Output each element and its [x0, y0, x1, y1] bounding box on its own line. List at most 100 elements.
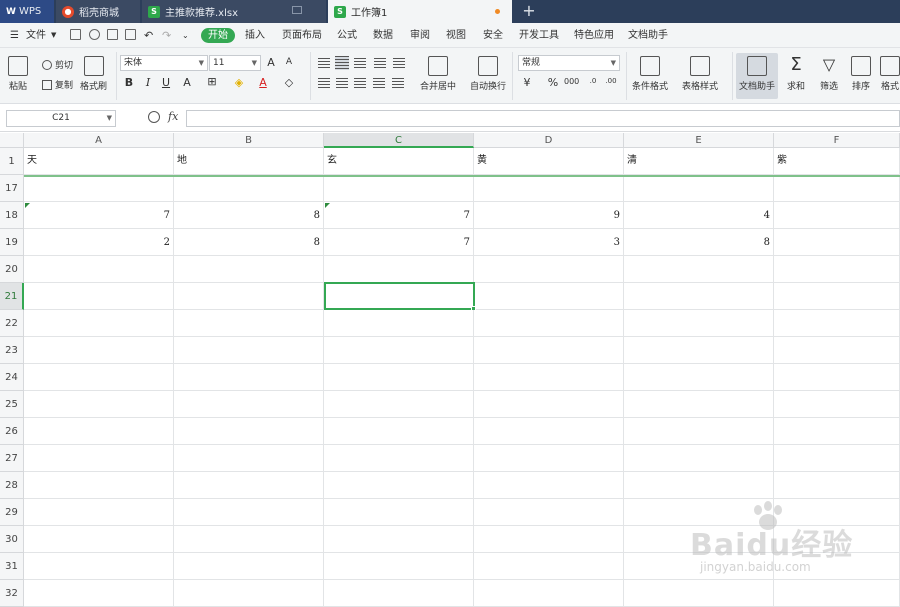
justify-icon[interactable] — [373, 78, 385, 88]
font-name-combo[interactable]: 宋体 ▼ — [120, 55, 208, 71]
cell-d26[interactable] — [474, 418, 624, 445]
cell-b30[interactable] — [174, 526, 324, 553]
align-top-icon[interactable] — [318, 58, 330, 68]
distributed-icon[interactable] — [392, 78, 404, 88]
align-bottom-icon[interactable] — [354, 58, 366, 68]
cell-a25[interactable] — [24, 391, 174, 418]
column-header-d[interactable]: D — [474, 133, 624, 148]
column-header-a[interactable]: A — [24, 133, 174, 148]
cell-f17[interactable] — [774, 175, 900, 202]
cell-b19[interactable]: 8 — [174, 229, 324, 256]
cell-e1[interactable]: 清 — [624, 148, 774, 175]
cell-a24[interactable] — [24, 364, 174, 391]
row-header-19[interactable]: 19 — [0, 229, 24, 256]
wrap-text-button[interactable]: 自动换行 — [470, 56, 506, 92]
cell-b25[interactable] — [174, 391, 324, 418]
cell-a28[interactable] — [24, 472, 174, 499]
row-header-23[interactable]: 23 — [0, 337, 24, 364]
menu-file-chevron-icon[interactable]: ▼ — [51, 28, 56, 43]
cell-d29[interactable] — [474, 499, 624, 526]
cell-a1[interactable]: 天 — [24, 148, 174, 175]
row-header-27[interactable]: 27 — [0, 445, 24, 472]
cell-b20[interactable] — [174, 256, 324, 283]
cell-c32[interactable] — [324, 580, 474, 607]
row-header-21[interactable]: 21 — [0, 283, 24, 310]
cell-f23[interactable] — [774, 337, 900, 364]
cell-e24[interactable] — [624, 364, 774, 391]
new-tab-plus-icon[interactable]: + — [518, 0, 540, 23]
row-header-1[interactable]: 1 — [0, 148, 24, 175]
cell-d23[interactable] — [474, 337, 624, 364]
fill-color-icon[interactable]: ◈ — [232, 76, 246, 89]
cell-e27[interactable] — [624, 445, 774, 472]
print-icon[interactable] — [107, 29, 118, 40]
cell-b27[interactable] — [174, 445, 324, 472]
monitor-icon[interactable] — [292, 6, 302, 14]
undo-history-icon[interactable] — [89, 29, 100, 40]
cell-f24[interactable] — [774, 364, 900, 391]
cell-a19[interactable]: 2 — [24, 229, 174, 256]
cell-c17[interactable] — [324, 175, 474, 202]
formula-input[interactable] — [186, 110, 900, 127]
cell-e18[interactable]: 4 — [624, 202, 774, 229]
format-button[interactable]: 格式 — [880, 56, 900, 92]
cell-c20[interactable] — [324, 256, 474, 283]
undo-icon[interactable]: ↶ — [144, 28, 153, 43]
hamburger-icon[interactable]: ☰ — [10, 28, 19, 43]
menu-data[interactable]: 数据 — [373, 28, 393, 43]
column-header-e[interactable]: E — [624, 133, 774, 148]
clear-format-icon[interactable]: ◇ — [282, 76, 296, 89]
cell-d17[interactable] — [474, 175, 624, 202]
cell-f20[interactable] — [774, 256, 900, 283]
cell-e19[interactable]: 8 — [624, 229, 774, 256]
menu-insert[interactable]: 插入 — [245, 28, 265, 43]
underline-button[interactable]: U — [159, 76, 173, 89]
cell-e17[interactable] — [624, 175, 774, 202]
cell-d32[interactable] — [474, 580, 624, 607]
cell-b21[interactable] — [174, 283, 324, 310]
menu-security[interactable]: 安全 — [483, 28, 503, 43]
cell-b1[interactable]: 地 — [174, 148, 324, 175]
cell-d21[interactable] — [474, 283, 624, 310]
cell-a26[interactable] — [24, 418, 174, 445]
row-header-31[interactable]: 31 — [0, 553, 24, 580]
cell-a22[interactable] — [24, 310, 174, 337]
cell-c30[interactable] — [324, 526, 474, 553]
column-header-b[interactable]: B — [174, 133, 324, 148]
cell-b29[interactable] — [174, 499, 324, 526]
cell-c23[interactable] — [324, 337, 474, 364]
cell-e32[interactable] — [624, 580, 774, 607]
cell-a27[interactable] — [24, 445, 174, 472]
cell-a18[interactable]: 7 — [24, 202, 174, 229]
menu-file[interactable]: 文件 — [26, 28, 46, 43]
cell-f18[interactable] — [774, 202, 900, 229]
cell-e21[interactable] — [624, 283, 774, 310]
cell-c27[interactable] — [324, 445, 474, 472]
cell-d30[interactable] — [474, 526, 624, 553]
row-header-17[interactable]: 17 — [0, 175, 24, 202]
cell-e20[interactable] — [624, 256, 774, 283]
increase-font-icon[interactable]: A — [264, 56, 278, 69]
font-size-combo[interactable]: 11 ▼ — [209, 55, 261, 71]
menu-page-layout[interactable]: 页面布局 — [282, 28, 322, 43]
sum-button[interactable]: Σ 求和 — [786, 56, 806, 93]
thousands-icon[interactable]: 000 — [564, 77, 579, 86]
row-header-29[interactable]: 29 — [0, 499, 24, 526]
save-icon[interactable] — [70, 29, 81, 40]
cell-b28[interactable] — [174, 472, 324, 499]
cell-d31[interactable] — [474, 553, 624, 580]
decrease-decimal-icon[interactable]: .00 — [604, 77, 618, 85]
row-header-20[interactable]: 20 — [0, 256, 24, 283]
print-preview-icon[interactable] — [125, 29, 136, 40]
row-header-25[interactable]: 25 — [0, 391, 24, 418]
cell-c29[interactable] — [324, 499, 474, 526]
row-header-18[interactable]: 18 — [0, 202, 24, 229]
fx-icon[interactable]: fx — [168, 110, 178, 123]
cell-e26[interactable] — [624, 418, 774, 445]
cell-b17[interactable] — [174, 175, 324, 202]
tab-wps-home[interactable]: W WPS — [0, 0, 54, 23]
column-header-f[interactable]: F — [774, 133, 900, 148]
cell-a21[interactable] — [24, 283, 174, 310]
italic-button[interactable]: I — [141, 76, 155, 89]
cell-e28[interactable] — [624, 472, 774, 499]
